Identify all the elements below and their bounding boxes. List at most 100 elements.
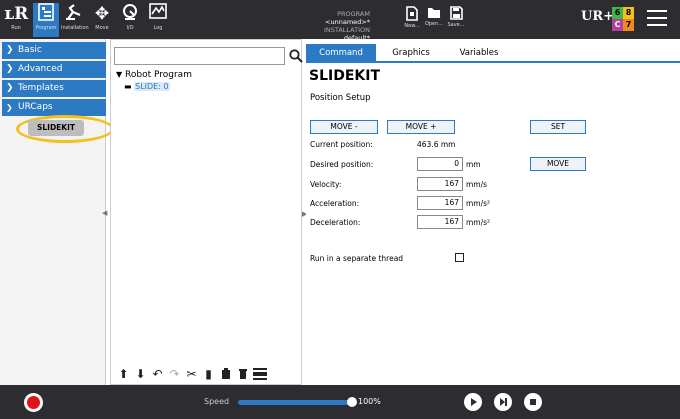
- tree-child-label: SLIDE: 0: [134, 82, 170, 91]
- save-button-label: Save...: [447, 22, 465, 28]
- tree-node-robot-program[interactable]: ▼ Robot Program: [116, 70, 192, 80]
- velocity-label: Velocity:: [310, 180, 342, 189]
- program-counter-badge[interactable]: 6 8 C 7: [612, 7, 634, 31]
- sidebar-category-advanced[interactable]: ❯ Advanced: [2, 61, 106, 78]
- step-button[interactable]: [494, 393, 512, 411]
- hamburger-menu-icon[interactable]: [647, 10, 667, 28]
- tab-command[interactable]: Command: [306, 44, 376, 63]
- move-button[interactable]: MOVE: [530, 157, 586, 171]
- counter-top-right: 8: [623, 7, 634, 19]
- io-tab[interactable]: I/O: [117, 3, 143, 37]
- stop-button[interactable]: [524, 393, 542, 411]
- app-window: ʟR Run Program Installation ✥ Move I/O L…: [0, 0, 680, 419]
- new-button-label: New...: [404, 23, 420, 29]
- tab-graphics[interactable]: Graphics: [378, 44, 444, 63]
- paste-icon[interactable]: [217, 364, 234, 384]
- ur-logo-icon: ʟR: [3, 4, 29, 24]
- velocity-unit: mm/s: [466, 180, 488, 189]
- run-tab-label: Run: [11, 25, 21, 31]
- collapse-left-handle-icon[interactable]: ◀: [102, 209, 107, 217]
- speed-value: 100%: [358, 397, 381, 406]
- stop-icon: [530, 399, 536, 405]
- thread-label: Run in a separate thread: [310, 254, 404, 263]
- set-button[interactable]: SET: [530, 120, 586, 134]
- cut-icon[interactable]: ✂: [183, 364, 200, 384]
- move-tab[interactable]: ✥ Move: [89, 3, 115, 37]
- sidebar-category-label: URCaps: [18, 102, 53, 112]
- installation-label: INSTALLATION: [323, 26, 370, 34]
- open-button[interactable]: Open...: [422, 4, 446, 34]
- red-status-icon: [27, 396, 40, 409]
- search-icon[interactable]: [289, 48, 303, 64]
- tree-node-slide[interactable]: ▬ SLIDE: 0: [124, 82, 170, 91]
- step-icon: [500, 398, 507, 406]
- acceleration-field[interactable]: 167: [417, 196, 463, 210]
- sidebar-category-label: Advanced: [18, 64, 63, 74]
- move-down-icon[interactable]: ⬇: [132, 364, 149, 384]
- current-position-value: 463.6 mm: [417, 140, 456, 149]
- urcap-slidekit-node[interactable]: SLIDEKIT: [28, 120, 84, 136]
- bottom-bar: Speed 100%: [0, 385, 680, 419]
- counter-top-left: 6: [612, 7, 623, 19]
- save-icon: [449, 6, 463, 20]
- move-tab-label: Move: [95, 25, 109, 31]
- installation-tab[interactable]: Installation: [61, 3, 89, 37]
- tree-root-label: Robot Program: [125, 70, 192, 80]
- power-status-button[interactable]: [24, 393, 43, 412]
- io-icon: [117, 3, 143, 25]
- run-tab[interactable]: ʟR Run: [3, 3, 29, 37]
- velocity-field[interactable]: 167: [417, 177, 463, 191]
- save-button[interactable]: Save...: [444, 4, 468, 34]
- program-tree-panel: ▼ Robot Program ▬ SLIDE: 0 ⬆ ⬇ ↶ ↷ ✂ ▮: [110, 39, 303, 385]
- move-plus-button[interactable]: MOVE +: [387, 120, 455, 134]
- installation-icon: [61, 3, 87, 25]
- open-button-label: Open...: [424, 21, 444, 27]
- program-icon: [33, 3, 59, 25]
- program-label: PROGRAM: [337, 10, 370, 18]
- move-minus-button[interactable]: MOVE -: [310, 120, 378, 134]
- speed-slider-handle[interactable]: [347, 397, 357, 407]
- node-editor-panel: Command Graphics Variables SLIDEKIT Posi…: [306, 39, 680, 385]
- new-file-icon: [406, 6, 418, 21]
- counter-bottom-right: 7: [623, 19, 634, 31]
- program-node-sidebar: ❯ Basic ❯ Advanced ❯ Templates ❯ URCaps …: [0, 39, 114, 385]
- desired-position-field[interactable]: 0: [417, 157, 463, 171]
- redo-icon[interactable]: ↷: [166, 364, 183, 384]
- deceleration-unit: mm/s²: [466, 218, 491, 227]
- sidebar-category-label: Templates: [18, 83, 64, 93]
- chevron-right-icon: ❯: [6, 45, 14, 55]
- play-icon: [471, 398, 477, 406]
- io-tab-label: I/O: [126, 25, 134, 31]
- undo-icon[interactable]: ↶: [149, 364, 166, 384]
- acceleration-unit: mm/s²: [466, 199, 491, 208]
- current-position-label: Current position:: [310, 140, 373, 149]
- speed-label: Speed: [204, 397, 230, 406]
- urplus-logo[interactable]: UR+: [581, 9, 614, 24]
- section-title: Position Setup: [310, 93, 371, 103]
- play-button[interactable]: [464, 393, 482, 411]
- deceleration-field[interactable]: 167: [417, 215, 463, 229]
- program-name: <unnamed>*: [325, 18, 370, 26]
- speed-slider-track[interactable]: [238, 400, 352, 405]
- suppress-icon[interactable]: [251, 364, 268, 384]
- counter-bottom-left: C: [612, 19, 623, 31]
- sidebar-category-urcaps[interactable]: ❯ URCaps: [2, 99, 106, 116]
- new-button[interactable]: New...: [400, 4, 424, 34]
- installation-tab-label: Installation: [61, 25, 89, 31]
- move-up-icon[interactable]: ⬆: [115, 364, 132, 384]
- search-input[interactable]: [114, 47, 285, 65]
- acceleration-label: Acceleration:: [310, 199, 360, 208]
- sidebar-category-basic[interactable]: ❯ Basic: [2, 42, 106, 59]
- program-tab[interactable]: Program: [33, 3, 59, 37]
- copy-icon[interactable]: ▮: [200, 364, 217, 384]
- log-tab[interactable]: Log: [145, 3, 171, 37]
- editor-tabs: Command Graphics Variables: [306, 44, 680, 63]
- chevron-down-icon: ❯: [6, 103, 13, 112]
- thread-checkbox[interactable]: [455, 253, 464, 262]
- chevron-right-icon: ❯: [6, 83, 14, 93]
- delete-icon[interactable]: [234, 364, 251, 384]
- node-dash-icon: ▬: [124, 82, 132, 91]
- tab-variables[interactable]: Variables: [446, 44, 512, 63]
- sidebar-category-templates[interactable]: ❯ Templates: [2, 80, 106, 97]
- tree-toolbar: ⬆ ⬇ ↶ ↷ ✂ ▮: [115, 364, 301, 384]
